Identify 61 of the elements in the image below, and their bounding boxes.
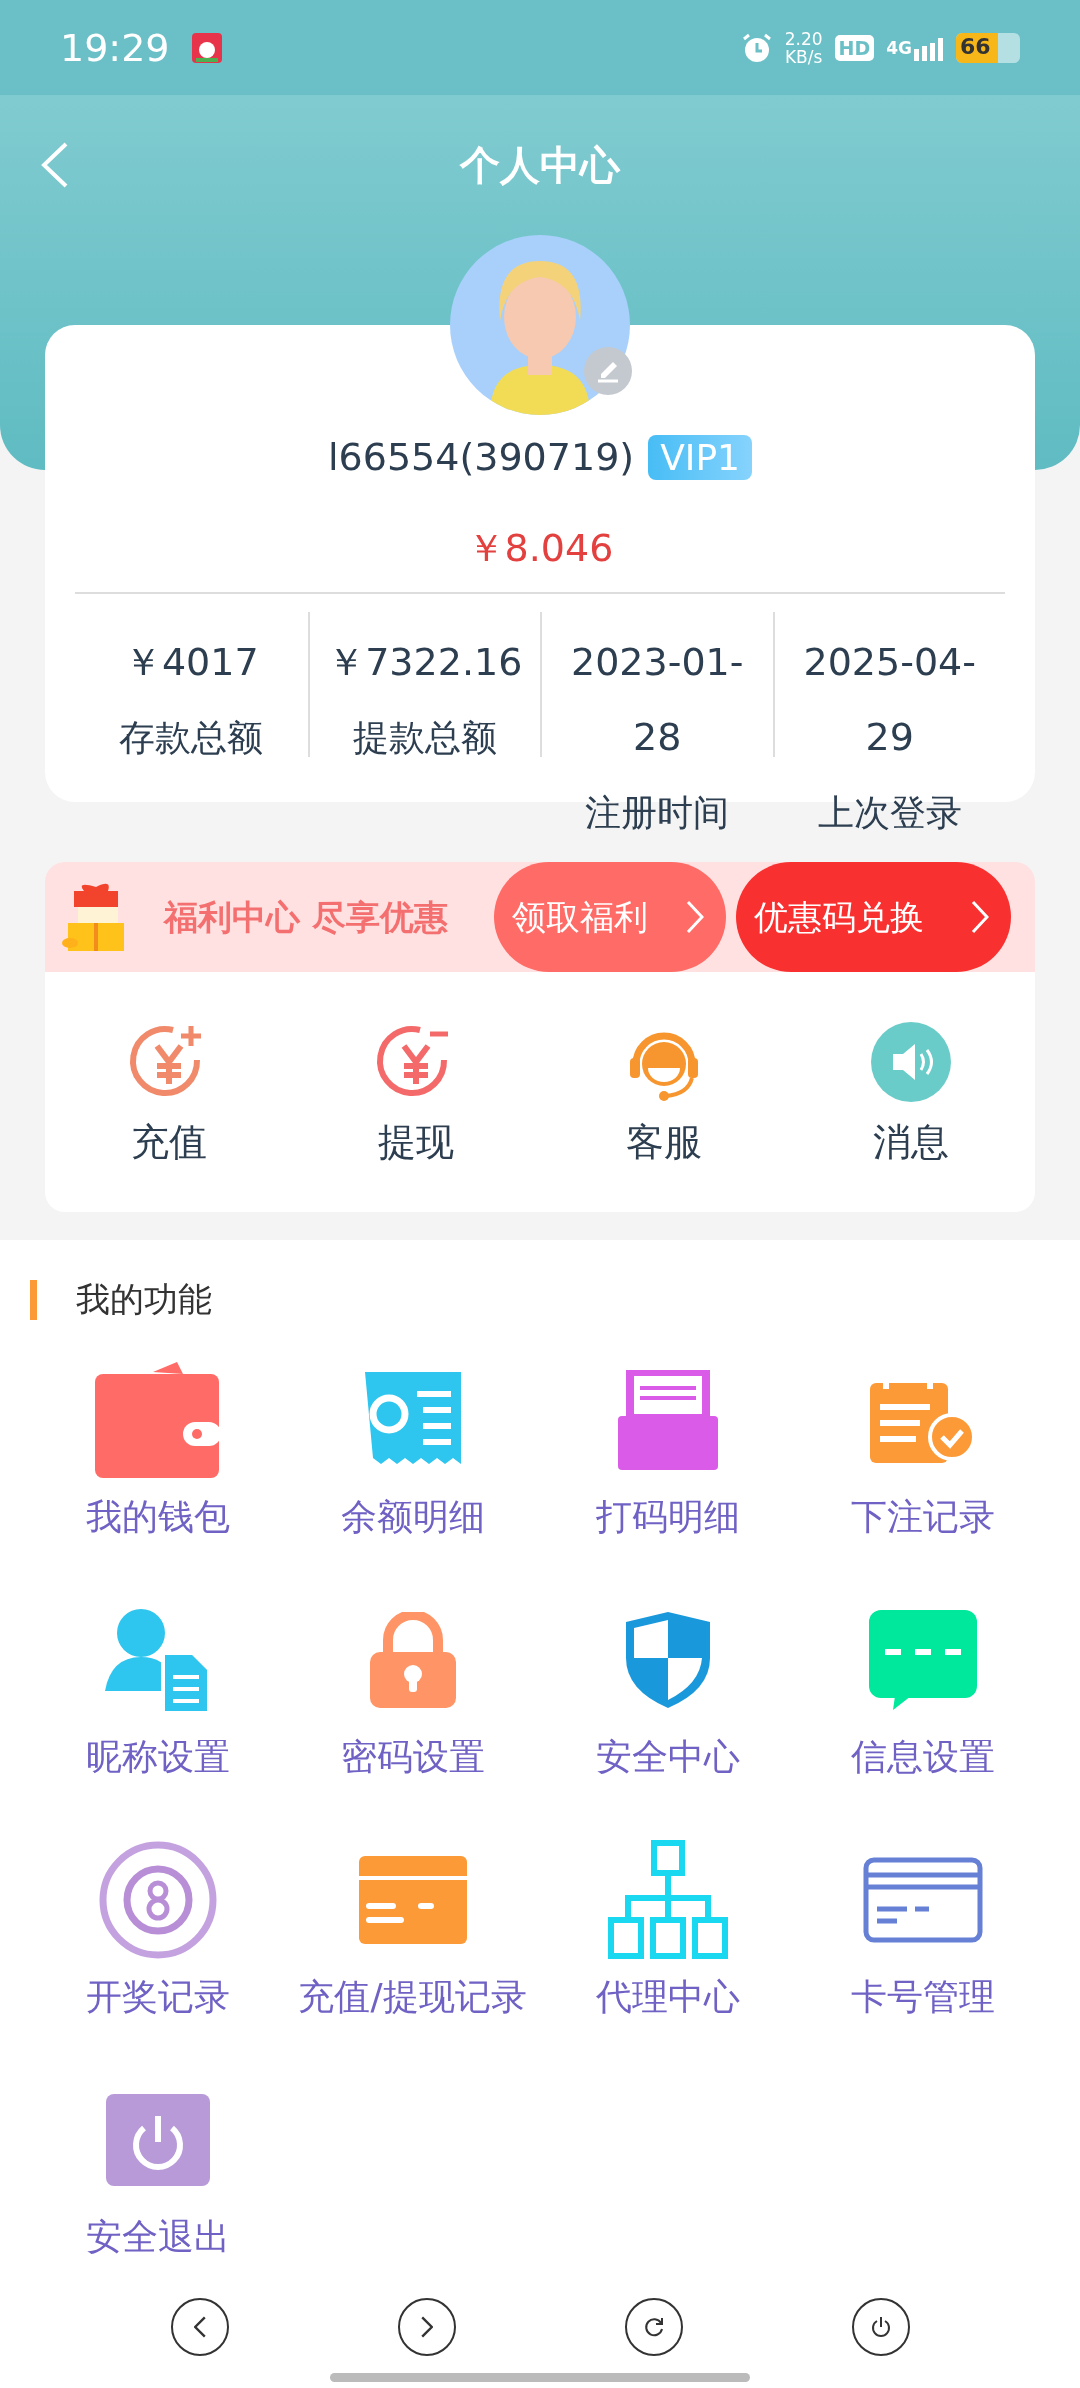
stat-value: 2025-04-29	[802, 639, 977, 761]
power-button[interactable]	[851, 2298, 910, 2356]
battery-icon: 66	[956, 32, 1020, 63]
quick-action[interactable]: 客服	[540, 972, 788, 1212]
stat-label: 注册时间	[585, 791, 730, 835]
app-icon	[191, 32, 222, 63]
balance: ￥8.046	[466, 525, 614, 572]
alarm-icon	[740, 31, 773, 64]
stat-label: 存款总额	[119, 716, 264, 760]
forward-icon	[420, 2316, 433, 2338]
shield-icon	[625, 1612, 710, 1708]
function-item[interactable]: 安全中心	[540, 1580, 795, 1779]
page-title: 个人中心	[460, 140, 620, 190]
section-title: 我的功能	[76, 1278, 212, 1321]
quick-action[interactable]: 消息	[787, 972, 1035, 1212]
promo-text: 福利中心 尽享优惠	[164, 896, 449, 939]
printer-icon	[617, 1370, 718, 1470]
card-icon	[862, 1857, 983, 1943]
back-button[interactable]	[170, 2298, 229, 2356]
function-item[interactable]: 密码设置	[285, 1580, 540, 1779]
refresh-button[interactable]	[624, 2298, 683, 2356]
stat-value: 2023-01-28	[570, 639, 745, 761]
function-item[interactable]: 打码明细	[540, 1340, 795, 1539]
function-item[interactable]: 代理中心	[540, 1820, 795, 2019]
status-time: 19:29	[60, 25, 170, 70]
stat-label: 上次登录	[817, 791, 962, 835]
function-item[interactable]: 充值/提现记录	[285, 1820, 540, 2019]
promo-button[interactable]: 领取福利	[494, 862, 726, 972]
function-item[interactable]: 下注记录	[795, 1340, 1050, 1539]
quick-action[interactable]: 充值	[45, 972, 293, 1212]
quick-action[interactable]: 提现	[292, 972, 540, 1212]
card-icon	[358, 1856, 467, 1944]
speaker-icon	[869, 1020, 954, 1104]
stat-value: ￥4017	[122, 639, 260, 686]
speed-unit: KB/s	[784, 47, 823, 66]
chat-bubble-icon	[868, 1610, 977, 1710]
network-speed: 2.20	[784, 29, 823, 48]
lock-icon	[369, 1612, 456, 1708]
power-icon	[105, 2094, 210, 2186]
promo-button[interactable]: 优惠码兑换	[736, 862, 1011, 972]
stat-value: ￥7322.16	[326, 639, 524, 686]
chevron-right-icon	[971, 900, 989, 934]
function-item[interactable]: 信息设置	[795, 1580, 1050, 1779]
username: l66554(390719)	[328, 435, 635, 479]
function-item[interactable]: 余额明细	[285, 1340, 540, 1539]
vip-badge: VIP1	[648, 434, 752, 480]
stat-label: 提款总额	[352, 716, 497, 760]
ball-icon	[98, 1841, 217, 1959]
function-item[interactable]: 昵称设置	[30, 1580, 285, 1779]
wallet-icon	[94, 1360, 221, 1480]
hierarchy-icon	[607, 1840, 728, 1960]
network-type: 4G	[886, 37, 912, 58]
section-accent	[30, 1280, 37, 1320]
back-icon	[193, 2316, 206, 2338]
function-item[interactable]: 我的钱包	[30, 1340, 285, 1539]
function-item[interactable]: 安全退出	[30, 2060, 285, 2259]
function-item[interactable]: 开奖记录	[30, 1820, 285, 2019]
chevron-right-icon	[686, 900, 704, 934]
forward-button[interactable]	[397, 2298, 456, 2356]
hd-badge: HD	[834, 34, 875, 61]
function-item[interactable]: 卡号管理	[795, 1820, 1050, 2019]
